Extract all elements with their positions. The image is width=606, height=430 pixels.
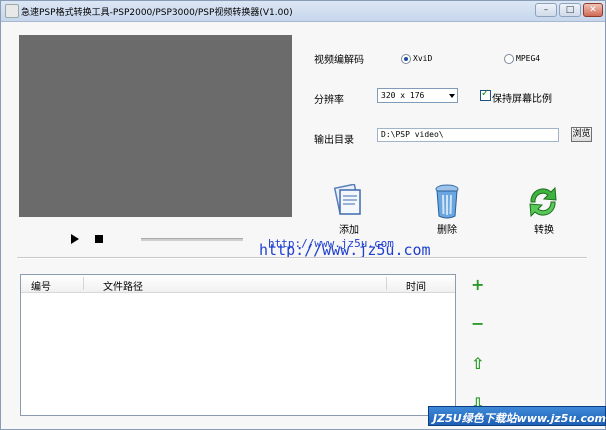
column-separator[interactable] xyxy=(386,277,387,290)
move-up-icon[interactable]: ⇧ xyxy=(471,356,484,372)
trash-icon[interactable] xyxy=(433,184,461,220)
app-icon xyxy=(5,4,19,18)
codec-option-mpeg4: MPEG4 xyxy=(516,54,541,63)
codec-radio-xvid[interactable] xyxy=(401,54,411,64)
seek-slider[interactable] xyxy=(141,238,243,241)
output-dir-value: D:\PSP video\ xyxy=(381,130,444,139)
codec-label: 视频编解码 xyxy=(314,55,364,66)
column-header-time[interactable]: 时间 xyxy=(406,278,426,293)
resolution-value: 320 x 176 xyxy=(381,91,425,100)
keep-ratio-label: 保持屏幕比例 xyxy=(492,94,552,105)
add-label[interactable]: 添加 xyxy=(339,221,359,236)
file-table[interactable]: 编号 文件路径 时间 xyxy=(20,274,456,416)
close-button[interactable]: ✕ xyxy=(583,3,603,17)
codec-option-xvid: XviD xyxy=(413,54,433,63)
stop-icon[interactable] xyxy=(95,235,103,243)
delete-label[interactable]: 删除 xyxy=(437,221,457,236)
column-header-path[interactable]: 文件路径 xyxy=(103,278,143,293)
chevron-down-icon xyxy=(449,94,455,98)
maximize-button[interactable]: □ xyxy=(559,3,581,17)
codec-radio-mpeg4[interactable] xyxy=(504,54,514,64)
minimize-icon: – xyxy=(543,5,549,15)
resolution-select[interactable]: 320 x 176 xyxy=(377,88,458,103)
minimize-button[interactable]: – xyxy=(535,3,557,17)
resolution-label: 分辨率 xyxy=(314,95,344,106)
app-window: 急速PSP格式转换工具-PSP2000/PSP3000/PSP视频转换器(V1.… xyxy=(0,0,606,430)
add-item-icon[interactable]: + xyxy=(471,277,484,293)
title-bar[interactable]: 急速PSP格式转换工具-PSP2000/PSP3000/PSP视频转换器(V1.… xyxy=(1,1,605,22)
convert-icon[interactable] xyxy=(525,184,561,220)
column-header-index[interactable]: 编号 xyxy=(31,278,51,293)
output-dir-input[interactable]: D:\PSP video\ xyxy=(377,128,559,142)
column-separator[interactable] xyxy=(83,277,84,290)
table-header: 编号 文件路径 时间 xyxy=(21,275,455,293)
browse-button[interactable]: 浏览 xyxy=(571,127,592,142)
close-icon: ✕ xyxy=(589,5,597,15)
watermark-banner: JZ5U绿色下载站www.jz5u.com xyxy=(428,406,606,426)
maximize-icon: □ xyxy=(565,5,575,15)
watermark-text: JZ5U绿色下载站www.jz5u.com xyxy=(433,412,606,425)
window-title: 急速PSP格式转换工具-PSP2000/PSP3000/PSP视频转换器(V1.… xyxy=(21,8,293,18)
add-files-icon[interactable] xyxy=(331,184,365,220)
play-icon[interactable] xyxy=(71,234,79,244)
divider xyxy=(17,257,587,259)
keep-ratio-checkbox[interactable] xyxy=(480,88,491,101)
remove-item-icon[interactable]: − xyxy=(471,316,484,332)
video-preview xyxy=(19,35,292,217)
convert-label[interactable]: 转换 xyxy=(534,221,554,236)
output-label: 输出目录 xyxy=(314,135,354,146)
